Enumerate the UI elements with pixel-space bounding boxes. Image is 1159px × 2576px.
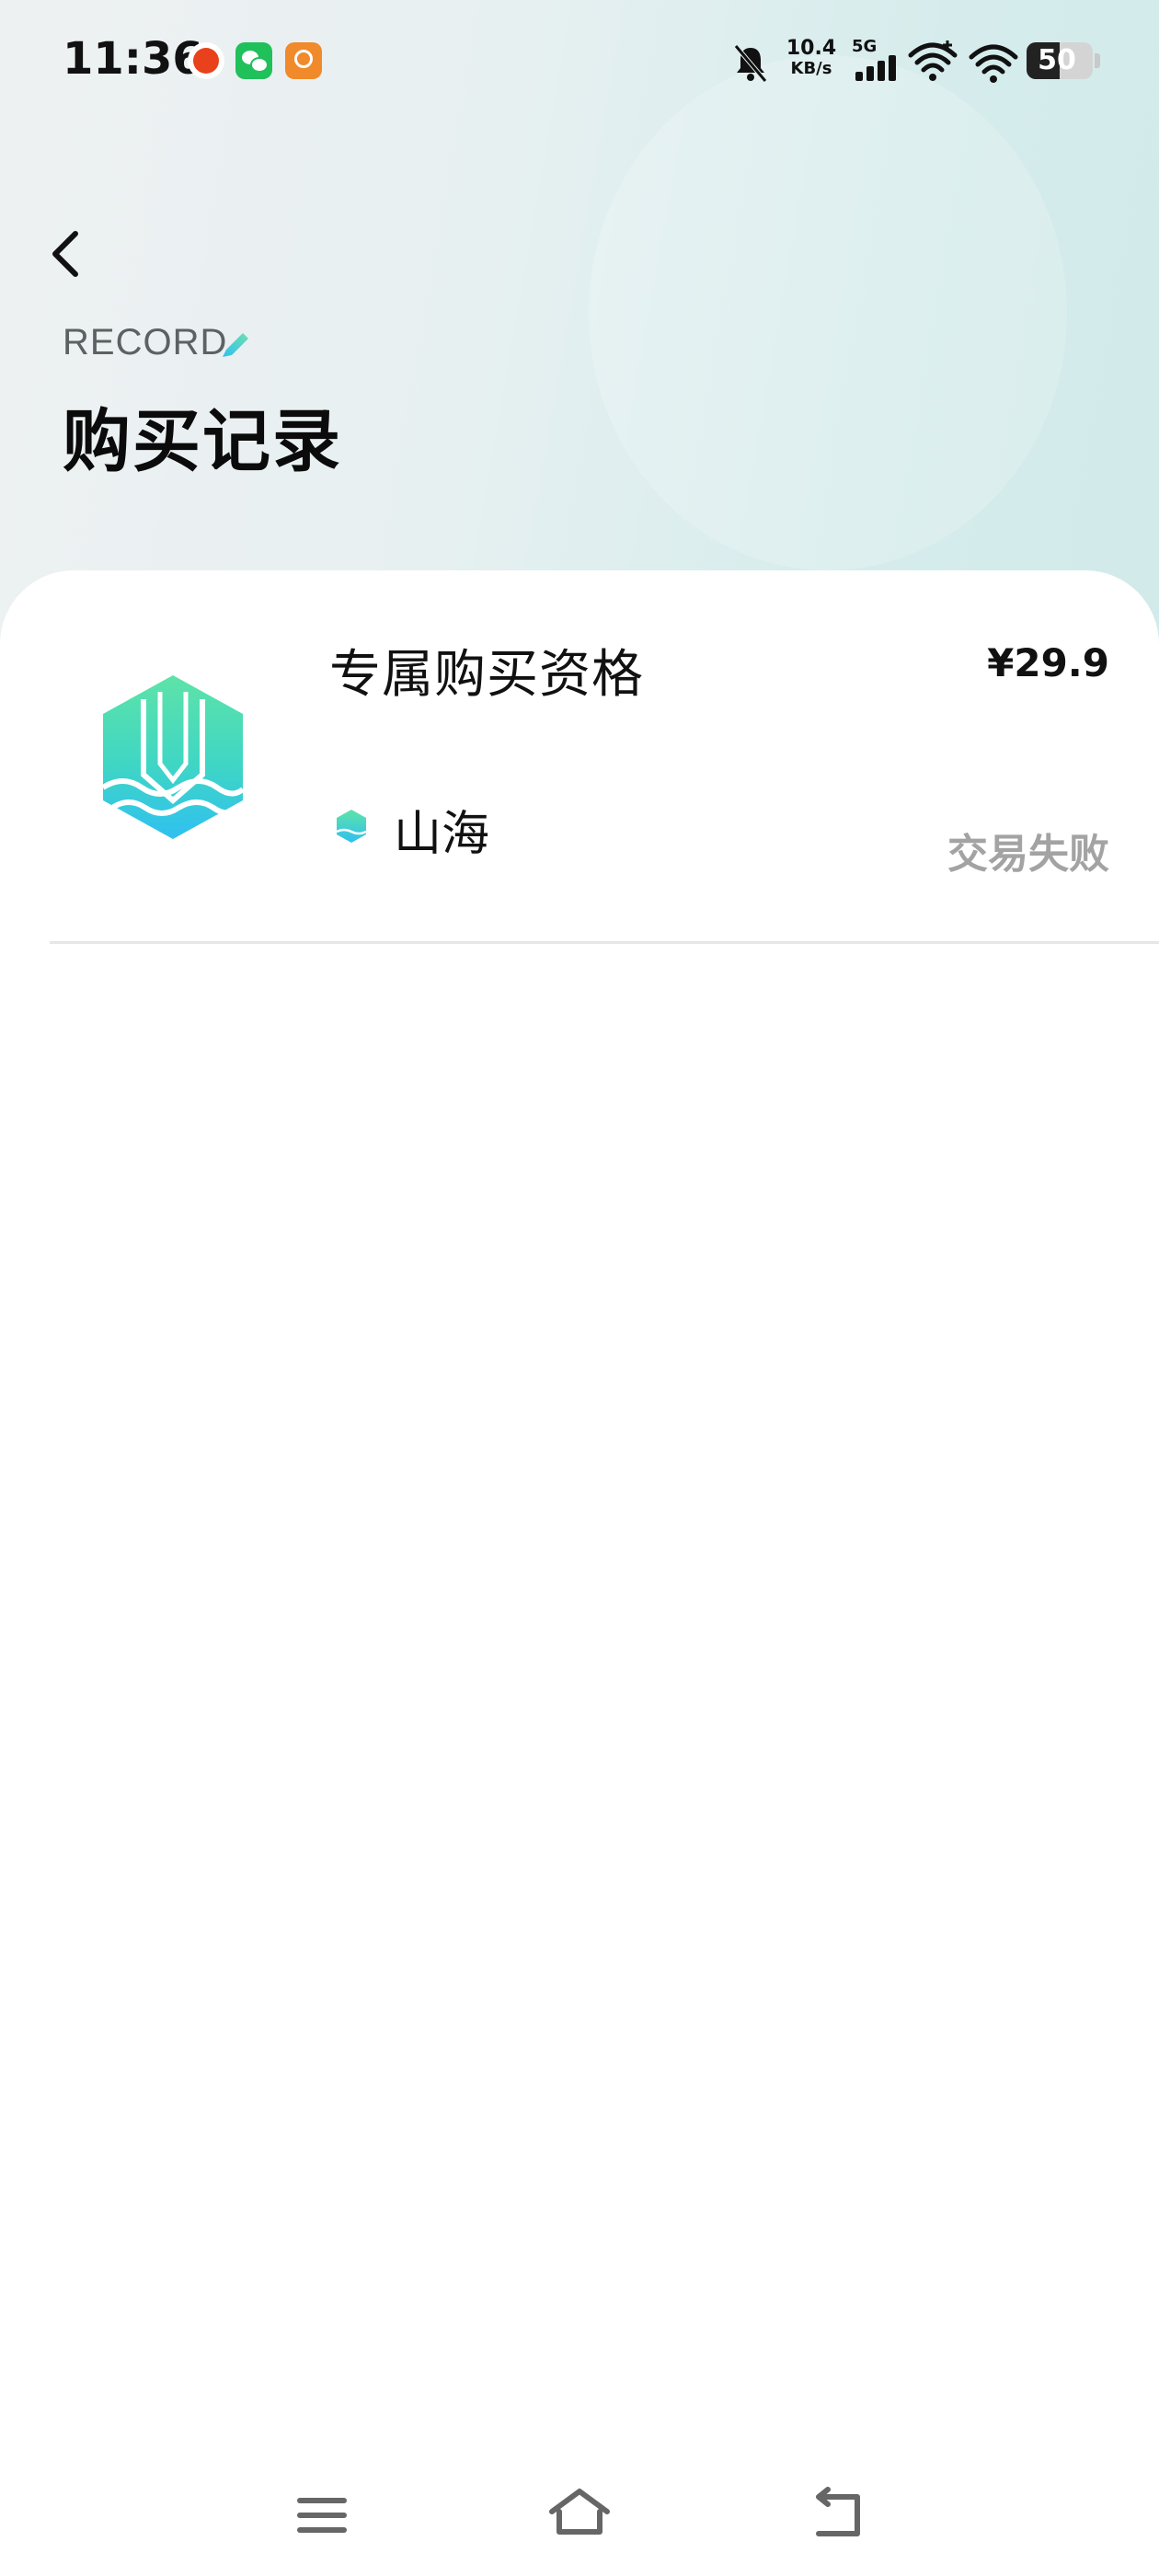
back-nav-button[interactable] (800, 2478, 874, 2552)
price: ¥29.9 (987, 640, 1109, 685)
network-type: 5G (852, 37, 878, 56)
back-button[interactable] (40, 221, 96, 287)
pen-icon (223, 333, 248, 357)
product-name: 专属购买资格 (329, 645, 644, 705)
back-icon (816, 2487, 860, 2536)
battery-level: 50 (1038, 44, 1076, 76)
transaction-status: 交易失败 (947, 831, 1109, 878)
page-subtitle: RECORD (63, 322, 228, 362)
menu-icon (297, 2498, 347, 2533)
home-button[interactable] (543, 2478, 616, 2552)
system-nav-bar (0, 2447, 1159, 2576)
wifi-icon-secondary (969, 44, 1018, 83)
cellular-signal-icon: 5G (850, 37, 901, 88)
battery-cap (1095, 53, 1100, 68)
brand-logo-icon (336, 810, 367, 843)
wechat-icon (235, 42, 272, 79)
network-speed: 10.4 KB/s (784, 39, 839, 90)
bell-muted-icon (734, 44, 767, 83)
network-speed-value: 10.4 (786, 37, 837, 60)
status-time: 11:36 (63, 33, 203, 85)
page-title: 购买记录 (63, 402, 342, 481)
network-speed-unit: KB/s (790, 59, 832, 78)
brand-name: 山海 (394, 807, 490, 862)
video-app-icon (285, 42, 322, 79)
home-icon (549, 2489, 610, 2535)
wifi-icon (908, 40, 958, 81)
weibo-icon (188, 42, 224, 79)
status-bar: 11:36 10.4 KB/s 5G 50 (0, 0, 1159, 120)
chevron-left-icon (52, 231, 78, 277)
divider (50, 941, 1159, 944)
battery-icon: 50 (1027, 42, 1093, 79)
records-card: 专属购买资格 ¥29.9 山海 交易失败 (0, 570, 1159, 2576)
record-item[interactable]: 专属购买资格 ¥29.9 山海 交易失败 (0, 570, 1159, 944)
product-logo-icon (101, 675, 245, 839)
menu-button[interactable] (285, 2478, 359, 2552)
